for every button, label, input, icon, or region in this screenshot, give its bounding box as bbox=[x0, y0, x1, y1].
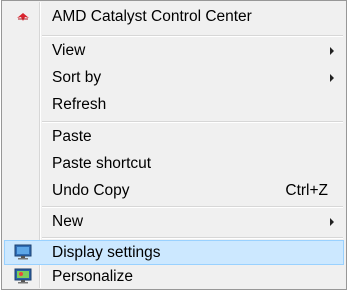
menu-item-label: Refresh bbox=[52, 96, 107, 113]
menu-separator bbox=[42, 35, 343, 37]
menu-item-view[interactable]: View bbox=[4, 38, 344, 65]
menu-item-label: Personalize bbox=[52, 268, 133, 285]
menu-item-label: AMD Catalyst Control Center bbox=[52, 8, 252, 25]
menu-item-label: Sort by bbox=[52, 69, 102, 86]
personalize-icon bbox=[14, 268, 32, 284]
menu-item-display-settings[interactable]: Display settings bbox=[4, 240, 344, 265]
menu-item-amd-catalyst[interactable]: AMD Catalyst Control Center bbox=[4, 4, 344, 31]
submenu-arrow-icon bbox=[330, 218, 334, 226]
submenu-arrow-icon bbox=[330, 47, 334, 55]
menu-item-personalize[interactable]: Personalize bbox=[4, 265, 344, 290]
menu-item-sort-by[interactable]: Sort by bbox=[4, 65, 344, 92]
submenu-arrow-icon bbox=[330, 74, 334, 82]
menu-separator bbox=[42, 237, 343, 239]
menu-item-label: Undo Copy bbox=[52, 182, 130, 199]
menu-separator bbox=[42, 206, 343, 208]
desktop-context-menu: AMD Catalyst Control Center View Sort by… bbox=[1, 0, 347, 290]
menu-item-label: Display settings bbox=[52, 244, 161, 261]
menu-item-label: Paste shortcut bbox=[52, 155, 152, 172]
menu-item-label: New bbox=[52, 213, 84, 230]
menu-item-paste-shortcut[interactable]: Paste shortcut bbox=[4, 151, 344, 178]
menu-separator bbox=[42, 121, 343, 123]
amd-catalyst-icon bbox=[14, 9, 32, 25]
menu-item-refresh[interactable]: Refresh bbox=[4, 92, 344, 119]
menu-item-shortcut: Ctrl+Z bbox=[285, 182, 328, 199]
menu-item-undo-copy[interactable]: Undo Copy Ctrl+Z bbox=[4, 178, 344, 205]
menu-item-paste[interactable]: Paste bbox=[4, 124, 344, 151]
menu-item-label: Paste bbox=[52, 128, 92, 145]
menu-item-new[interactable]: New bbox=[4, 209, 344, 236]
display-settings-icon bbox=[14, 244, 32, 260]
menu-item-label: View bbox=[52, 42, 86, 59]
